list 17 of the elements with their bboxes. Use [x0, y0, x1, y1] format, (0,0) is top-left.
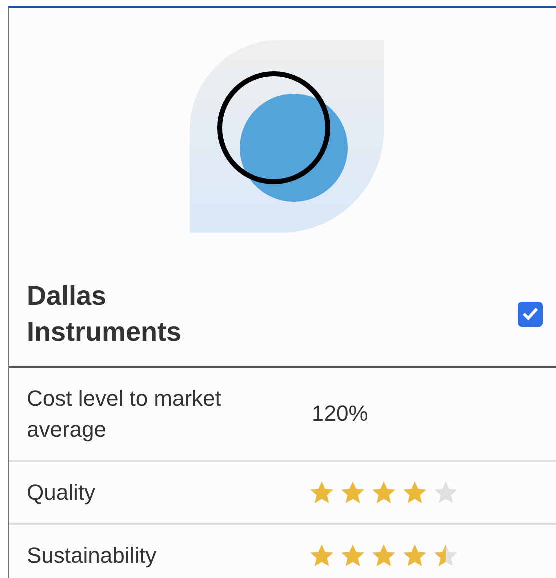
star-icon — [309, 543, 335, 568]
star-icon — [371, 543, 397, 568]
row-label: Sustainability — [27, 542, 158, 570]
star-icon — [371, 480, 397, 505]
star-icon — [402, 480, 428, 505]
star-icon — [433, 480, 459, 505]
row-value: 120% — [311, 401, 370, 427]
checkmark-icon — [522, 307, 539, 321]
row-label: Cost level to market average — [27, 385, 222, 444]
star-icon — [402, 543, 428, 568]
checkbox[interactable] — [518, 302, 543, 326]
star-icon — [309, 480, 335, 505]
star-icon — [340, 480, 366, 505]
row-label: Quality — [27, 479, 96, 507]
star-icon — [340, 543, 366, 568]
vendor-name: Dallas Instruments — [27, 280, 183, 349]
star-icon — [433, 543, 459, 568]
